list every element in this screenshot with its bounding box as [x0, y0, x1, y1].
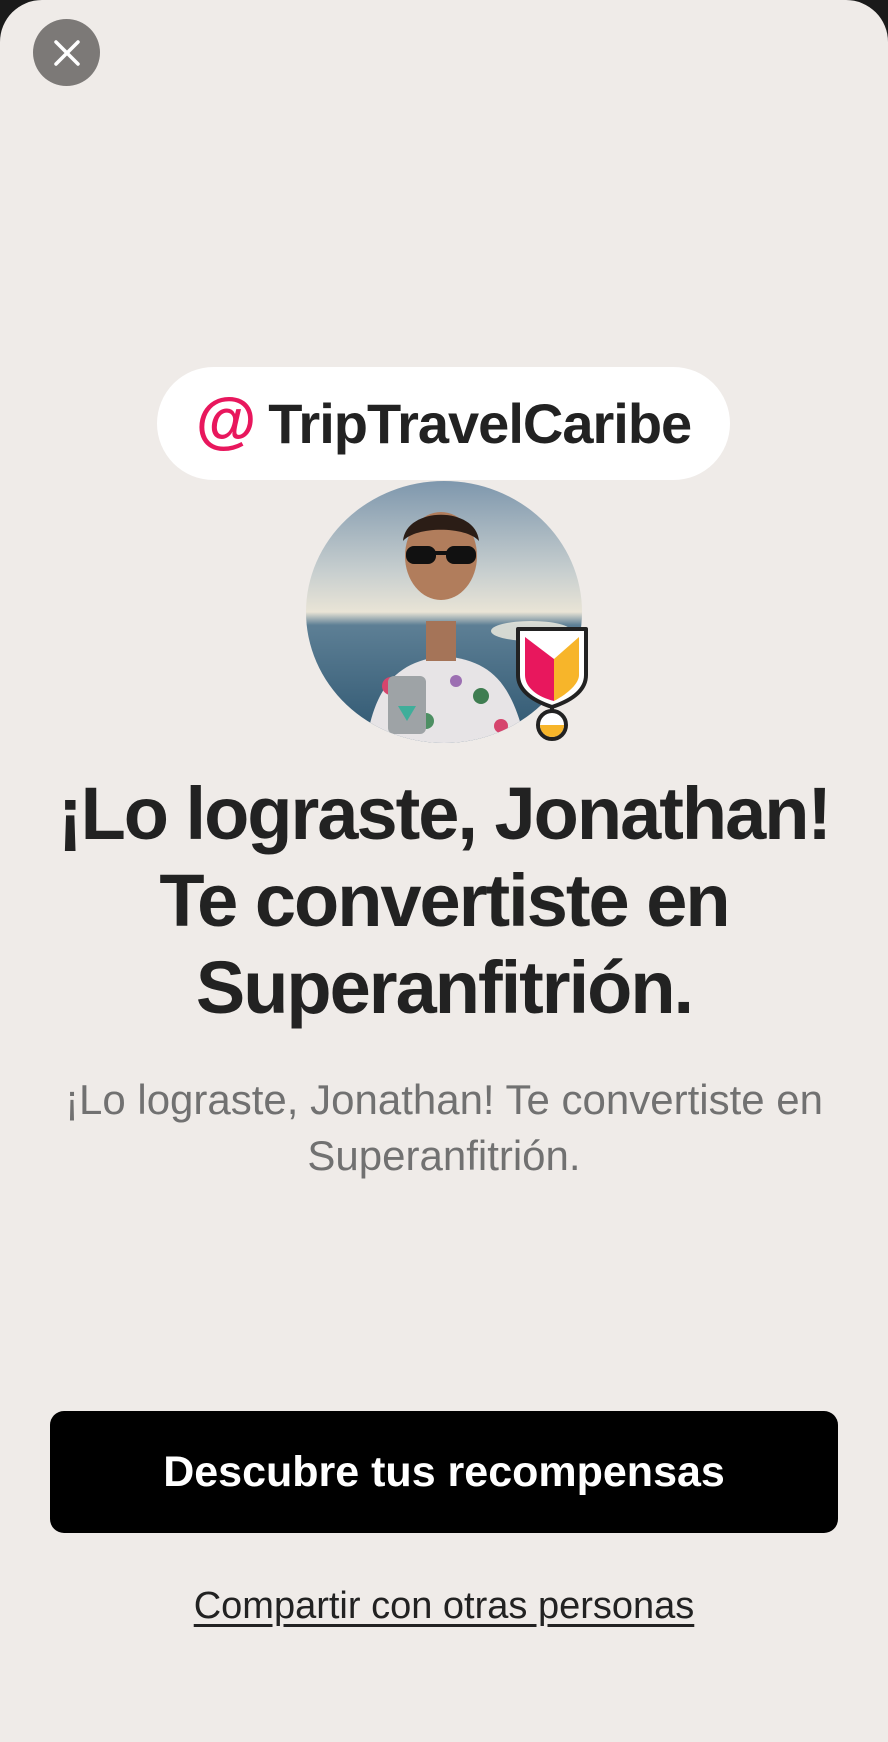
headline: ¡Lo lograste, Jonathan! Te convertiste e… [30, 770, 858, 1031]
headline-line-1: ¡Lo lograste, Jonathan! [57, 772, 832, 855]
superhost-badge-icon [516, 627, 588, 741]
headline-line-3: Superanfitrión. [195, 946, 694, 1029]
at-icon: @ [195, 385, 257, 455]
discover-rewards-button[interactable]: Descubre tus recompensas [50, 1411, 838, 1533]
close-button[interactable] [33, 19, 100, 86]
headline-line-2: Te convertiste en [159, 859, 730, 942]
subtext: ¡Lo lograste, Jonathan! Te convertiste e… [64, 1076, 824, 1179]
host-handle-pill: @ TripTravelCaribe [157, 367, 730, 480]
avatar-group [306, 481, 588, 757]
share-link[interactable]: Compartir con otras personas [50, 1585, 838, 1628]
superhost-celebration-screen: @ TripTravelCaribe ¡Lo lograste, Jonatha… [0, 0, 888, 1742]
close-icon [53, 39, 80, 66]
host-handle: TripTravelCaribe [268, 392, 692, 455]
